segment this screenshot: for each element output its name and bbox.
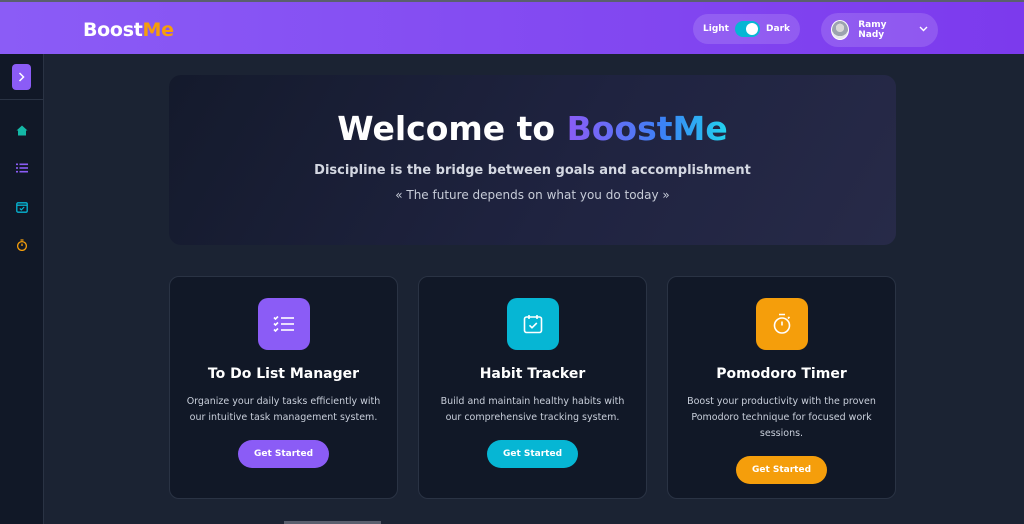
timer-icon [16, 239, 28, 251]
habit-get-started-button[interactable]: Get Started [487, 440, 578, 468]
sidebar [0, 54, 44, 524]
card-habit: Habit Tracker Build and maintain healthy… [418, 276, 647, 499]
sidebar-item-habits[interactable] [14, 199, 30, 215]
chevron-down-icon [919, 25, 928, 35]
card-todo-icon-tile [258, 298, 310, 350]
card-title: Habit Tracker [479, 366, 586, 382]
card-description: Build and maintain healthy habits with o… [440, 396, 625, 423]
card-todo: To Do List Manager Organize your daily t… [169, 276, 398, 499]
list-icon [16, 163, 28, 173]
user-menu-button[interactable]: Ramy Nady [821, 13, 938, 47]
theme-dark-label: Dark [766, 24, 790, 34]
card-title: To Do List Manager [207, 366, 360, 382]
card-title: Pomodoro Timer [716, 366, 847, 382]
pomodoro-get-started-button[interactable]: Get Started [736, 456, 827, 484]
card-pomodoro: Pomodoro Timer Boost your productivity w… [667, 276, 896, 499]
theme-toggle[interactable]: Light Dark [693, 14, 800, 44]
logo-text-boost: Boost [83, 19, 143, 41]
card-pomodoro-icon-tile [756, 298, 808, 350]
sidebar-item-todo[interactable] [14, 160, 30, 176]
calendar-check-icon [523, 315, 543, 334]
theme-light-label: Light [703, 24, 729, 34]
user-name: Ramy Nady [858, 20, 887, 40]
title-prefix: Welcome to [337, 109, 556, 148]
sidebar-item-home[interactable] [14, 122, 30, 138]
calendar-check-icon [16, 202, 28, 213]
timer-icon [773, 313, 791, 334]
welcome-hero: Welcome to BoostMe Discipline is the bri… [169, 75, 896, 245]
app-logo[interactable]: BoostMe [83, 19, 174, 41]
home-icon [16, 125, 28, 135]
checklist-icon [273, 315, 294, 333]
card-habit-icon-tile [507, 298, 559, 350]
sidebar-divider [0, 99, 44, 100]
theme-switch[interactable] [734, 21, 761, 37]
chevron-right-icon [18, 72, 25, 82]
title-brand: BoostMe [566, 109, 728, 148]
hero-quote: « The future depends on what you do toda… [395, 188, 670, 202]
hero-subtitle: Discipline is the bridge between goals a… [314, 163, 751, 178]
card-description: Organize your daily tasks efficiently wi… [186, 396, 381, 423]
card-description: Boost your productivity with the proven … [687, 396, 876, 439]
sidebar-item-pomodoro[interactable] [14, 237, 30, 253]
page-title: Welcome to BoostMe [169, 109, 896, 148]
avatar [831, 20, 850, 40]
sidebar-toggle-button[interactable] [12, 64, 31, 90]
todo-get-started-button[interactable]: Get Started [238, 440, 329, 468]
switch-knob [746, 23, 759, 35]
top-navbar: BoostMe Light Dark Ramy Nady [0, 2, 1024, 54]
logo-text-me: Me [142, 19, 174, 41]
